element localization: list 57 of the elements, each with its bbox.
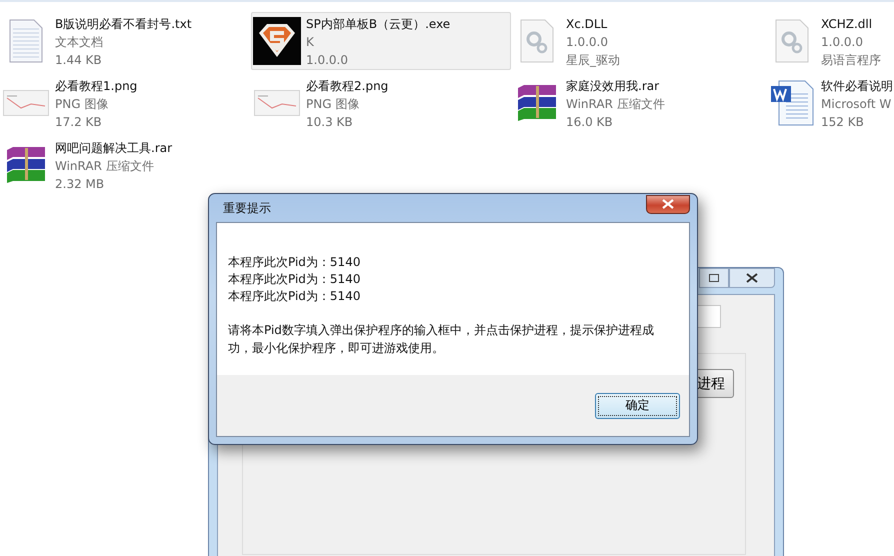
- file-size: 2.32 MB: [55, 176, 106, 193]
- file-size: 1.0.0.0: [306, 52, 349, 69]
- file-item[interactable]: SP内部单板B（云更）.exe K 1.0.0.0: [251, 12, 511, 70]
- image-thumbnail-icon: [3, 90, 49, 116]
- file-item[interactable]: 家庭没效用我.rar WinRAR 压缩文件 16.0 KB: [511, 74, 766, 132]
- file-size: 16.0 KB: [566, 114, 614, 131]
- file-name: 网吧问题解决工具.rar: [55, 140, 172, 157]
- instruction-text: 请将本Pid数字填入弹出保护程序的输入框中，并点击保护进程，提示保护进程成功，最小化保护程序，即可进游戏使用。: [228, 322, 655, 357]
- file-item[interactable]: 网吧问题解决工具.rar WinRAR 压缩文件 2.32 MB: [0, 136, 251, 194]
- file-name: B版说明必看不看封号.txt: [55, 16, 192, 33]
- close-button[interactable]: [646, 194, 690, 214]
- file-size: 10.3 KB: [306, 114, 354, 131]
- dialog-title: 重要提示: [223, 200, 271, 216]
- file-name: Xc.DLL: [566, 16, 608, 33]
- archive-books-icon: [5, 146, 47, 184]
- file-item[interactable]: 必看教程2.png PNG 图像 10.3 KB: [251, 74, 511, 132]
- file-type: PNG 图像: [306, 96, 360, 113]
- file-type: PNG 图像: [55, 96, 110, 113]
- file-name: 必看教程1.png: [55, 78, 138, 95]
- file-size: 1.44 KB: [55, 52, 103, 69]
- file-type: 1.0.0.0: [821, 34, 864, 51]
- file-item[interactable]: B版说明必看不看封号.txt 文本文档 1.44 KB: [0, 12, 251, 70]
- file-type: 1.0.0.0: [566, 34, 609, 51]
- file-type: K: [306, 34, 315, 51]
- file-size: 17.2 KB: [55, 114, 103, 131]
- shield-icon: [253, 17, 301, 65]
- ok-button[interactable]: 确定: [595, 392, 680, 418]
- file-item[interactable]: Xc.DLL 1.0.0.0 星辰_驱动: [511, 12, 766, 70]
- file-size: 易语言程序: [821, 52, 881, 69]
- file-type: 文本文档: [55, 34, 104, 51]
- pid-line: 本程序此次Pid为：5140: [228, 288, 362, 305]
- image-thumbnail-icon: [254, 90, 300, 116]
- text-file-icon: [9, 19, 43, 63]
- word-document-icon: [770, 80, 814, 126]
- file-size: 星辰_驱动: [566, 52, 620, 69]
- file-type: WinRAR 压缩文件: [566, 96, 665, 113]
- file-type: Microsoft W: [821, 96, 892, 113]
- pid-line: 本程序此次Pid为：5140: [228, 271, 362, 288]
- file-item[interactable]: XCHZ.dll 1.0.0.0 易语言程序: [766, 12, 894, 70]
- close-button[interactable]: [729, 268, 775, 288]
- pid-line: 本程序此次Pid为：5140: [228, 254, 362, 271]
- file-item[interactable]: 必看教程1.png PNG 图像 17.2 KB: [0, 74, 251, 132]
- file-name: 家庭没效用我.rar: [566, 78, 660, 95]
- file-name: 软件必看说明: [821, 78, 893, 95]
- maximize-button[interactable]: [699, 268, 729, 288]
- close-icon: [662, 199, 674, 209]
- close-icon: [746, 273, 758, 283]
- maximize-icon: [709, 274, 719, 282]
- gear-file-icon: [775, 19, 809, 63]
- file-type: WinRAR 压缩文件: [55, 158, 155, 175]
- file-name: XCHZ.dll: [821, 16, 874, 33]
- archive-books-icon: [516, 84, 558, 122]
- file-item[interactable]: 软件必看说明 Microsoft W 152 KB: [766, 74, 894, 132]
- file-size: 152 KB: [821, 114, 865, 131]
- file-name: 必看教程2.png: [306, 78, 388, 95]
- file-name: SP内部单板B（云更）.exe: [306, 16, 450, 33]
- gear-file-icon: [520, 19, 554, 63]
